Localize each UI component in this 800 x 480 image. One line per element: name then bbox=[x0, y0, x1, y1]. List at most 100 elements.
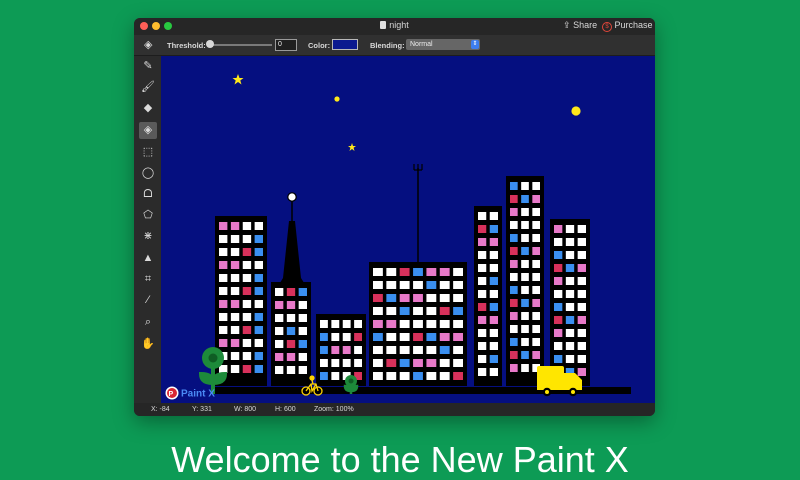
tool-lasso[interactable]: ᗝ bbox=[139, 186, 157, 203]
building-window bbox=[577, 368, 586, 376]
building-window bbox=[577, 342, 586, 350]
threshold-slider-knob[interactable] bbox=[206, 40, 214, 48]
status-y: Y: 331 bbox=[192, 406, 212, 413]
building-window bbox=[413, 346, 423, 354]
building-window bbox=[478, 316, 487, 324]
tool-magic-wand[interactable]: ⋇ bbox=[139, 228, 157, 245]
building-window bbox=[532, 260, 540, 268]
magic-wand-icon: ⋇ bbox=[143, 230, 153, 242]
threshold-slider[interactable] bbox=[209, 44, 272, 46]
building-window bbox=[242, 313, 252, 321]
building-window bbox=[386, 333, 397, 341]
building-window bbox=[565, 355, 575, 363]
building-window bbox=[242, 326, 252, 334]
tool-eraser[interactable]: ◆ bbox=[139, 100, 157, 117]
svg-text:P: P bbox=[169, 391, 174, 398]
building-window bbox=[242, 352, 252, 360]
building-window bbox=[219, 248, 228, 256]
building-window bbox=[510, 364, 518, 372]
purchase-button[interactable]: $ Purchase bbox=[602, 20, 653, 32]
tool-polygon-lasso[interactable]: ⬠ bbox=[139, 207, 157, 224]
building-window bbox=[532, 325, 540, 333]
building-window bbox=[554, 316, 563, 324]
building-window bbox=[254, 300, 263, 308]
tool-eyedropper[interactable]: ⁄ bbox=[139, 292, 157, 309]
building-window bbox=[399, 372, 410, 380]
building-window bbox=[426, 359, 437, 367]
building-window bbox=[286, 288, 296, 296]
building-window bbox=[275, 288, 284, 296]
tree-small bbox=[343, 375, 359, 394]
ellipse-select-icon: ◯ bbox=[141, 167, 155, 179]
building-window bbox=[510, 208, 518, 216]
status-zoom: Zoom: 100% bbox=[314, 406, 354, 413]
share-button[interactable]: ⇪ Share bbox=[563, 20, 597, 31]
building-window bbox=[521, 364, 529, 372]
building-window bbox=[532, 221, 540, 229]
building-window bbox=[413, 333, 423, 341]
threshold-input[interactable]: 0 bbox=[275, 39, 297, 51]
building-window bbox=[577, 355, 586, 363]
building-window bbox=[386, 294, 397, 302]
night-city-image: P Paint X bbox=[165, 74, 631, 400]
building-window bbox=[478, 342, 487, 350]
building-window bbox=[439, 320, 450, 328]
building-window bbox=[577, 277, 586, 285]
eraser-icon: ◆ bbox=[143, 102, 153, 114]
building-window bbox=[386, 281, 397, 289]
tool-shapes-text[interactable]: ▲ bbox=[139, 250, 157, 267]
building-window bbox=[439, 346, 450, 354]
building-window bbox=[373, 307, 383, 315]
building-window bbox=[577, 251, 586, 259]
building-window bbox=[565, 303, 575, 311]
building-window bbox=[242, 248, 252, 256]
building-window bbox=[242, 222, 252, 230]
polygon-lasso-icon: ⬠ bbox=[143, 209, 153, 221]
building-window bbox=[230, 300, 240, 308]
tool-pencil[interactable]: ✎ bbox=[139, 58, 157, 75]
building-window bbox=[478, 212, 487, 220]
status-bar: X: -84 Y: 331 W: 800 H: 600 Zoom: 100% bbox=[134, 403, 655, 416]
building-window bbox=[254, 352, 263, 360]
building-window bbox=[373, 346, 383, 354]
blending-value: Normal bbox=[410, 41, 433, 48]
status-width: W: 800 bbox=[234, 406, 257, 413]
building-window bbox=[510, 338, 518, 346]
tool-ellipse-select[interactable]: ◯ bbox=[139, 165, 157, 182]
tool-paint-bucket[interactable]: ◈ bbox=[139, 122, 157, 139]
document-icon bbox=[380, 21, 387, 29]
tower-body bbox=[278, 221, 306, 286]
building-window bbox=[320, 359, 328, 367]
building-window bbox=[510, 273, 518, 281]
tool-crop[interactable]: ⌗ bbox=[139, 271, 157, 288]
tool-brush[interactable]: 🖌 bbox=[139, 79, 157, 96]
purchase-label: Purchase bbox=[614, 20, 653, 30]
building-window bbox=[230, 313, 240, 321]
tool-hand[interactable]: ✋ bbox=[139, 336, 157, 353]
building-window bbox=[242, 274, 252, 282]
building-window bbox=[510, 299, 518, 307]
building-window bbox=[373, 281, 383, 289]
building-window bbox=[413, 372, 423, 380]
building-window bbox=[453, 359, 463, 367]
pencil-icon: ✎ bbox=[143, 60, 153, 72]
building-window bbox=[354, 320, 362, 328]
building-window bbox=[286, 353, 296, 361]
color-swatch[interactable] bbox=[332, 39, 358, 50]
building-window bbox=[453, 268, 463, 276]
building-window bbox=[386, 307, 397, 315]
building-window bbox=[532, 234, 540, 242]
blending-select[interactable]: Normal ⇕ bbox=[406, 39, 480, 50]
drawing-canvas[interactable]: P Paint X bbox=[161, 56, 655, 403]
tool-zoom[interactable]: ⌕ bbox=[139, 314, 157, 331]
building-window bbox=[230, 352, 240, 360]
building-window bbox=[373, 372, 383, 380]
paint-bucket-icon: ◈ bbox=[143, 124, 153, 136]
building-window bbox=[510, 234, 518, 242]
star bbox=[232, 74, 244, 85]
building-window bbox=[532, 338, 540, 346]
building-window bbox=[577, 264, 586, 272]
tool-rect-select[interactable]: ⬚ bbox=[139, 144, 157, 161]
building-window bbox=[242, 365, 252, 373]
building-window bbox=[298, 288, 307, 296]
